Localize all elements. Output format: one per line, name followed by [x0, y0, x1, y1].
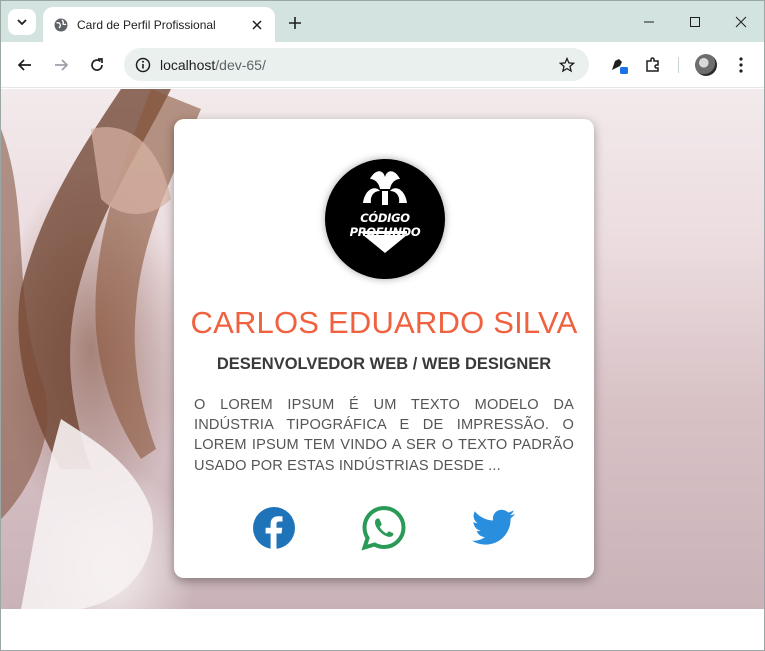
address-bar[interactable]: localhost/dev-65/ — [124, 48, 589, 81]
chevron-down-icon — [17, 19, 27, 26]
extension-dev-button[interactable] — [606, 52, 632, 78]
globe-icon — [53, 17, 69, 33]
logo-text: CÓDIGO PROFUNDO — [349, 211, 421, 239]
new-tab-button[interactable] — [283, 11, 307, 35]
profile-avatar[interactable] — [695, 54, 717, 76]
url-text: localhost/dev-65/ — [160, 57, 555, 73]
close-tab-button[interactable] — [247, 15, 267, 35]
arrow-right-icon — [55, 59, 69, 71]
facebook-link[interactable] — [251, 505, 297, 551]
plus-icon — [289, 17, 301, 29]
url-path: /dev-65/ — [215, 56, 266, 73]
close-window-button[interactable] — [729, 11, 753, 33]
close-icon — [252, 19, 262, 30]
browser-window: Card de Perfil Profissional localhost/de… — [0, 0, 765, 651]
forward-button[interactable] — [48, 52, 74, 78]
extensions-button[interactable] — [640, 52, 666, 78]
profile-card: CÓDIGO PROFUNDO CARLOS EDUARDO SILVA DES… — [174, 119, 594, 578]
brand-logo: CÓDIGO PROFUNDO — [325, 159, 445, 279]
bookmark-star-button[interactable] — [555, 53, 579, 77]
tab-title: Card de Perfil Profissional — [77, 17, 216, 32]
profile-role: DESENVOLVEDOR WEB / WEB DESIGNER — [216, 355, 552, 373]
page-footer-area — [1, 609, 764, 650]
url-host: localhost — [160, 56, 216, 73]
tab-active[interactable]: Card de Perfil Profissional — [43, 7, 275, 42]
menu-button[interactable] — [728, 52, 754, 78]
star-icon — [559, 56, 575, 72]
minimize-icon — [644, 21, 654, 23]
arrow-left-icon — [17, 59, 31, 71]
tab-search-button[interactable] — [8, 9, 36, 35]
site-info-icon[interactable] — [132, 54, 154, 76]
minimize-button[interactable] — [637, 11, 661, 33]
whatsapp-link[interactable] — [361, 505, 407, 551]
close-icon — [735, 16, 747, 28]
whatsapp-icon — [361, 505, 406, 551]
pen-extension-icon — [612, 59, 628, 74]
profile-bio: O lorem ipsum é um texto modelo da indús… — [194, 397, 574, 474]
reload-icon — [91, 58, 103, 71]
kebab-menu-icon — [739, 57, 743, 73]
back-button[interactable] — [12, 52, 38, 78]
twitter-icon — [471, 509, 516, 545]
facebook-icon — [253, 507, 295, 549]
maximize-button[interactable] — [683, 11, 707, 33]
puzzle-icon — [646, 57, 659, 72]
reload-button[interactable] — [84, 52, 110, 78]
tab-strip: Card de Perfil Profissional — [1, 1, 764, 42]
browser-toolbar: localhost/dev-65/ — [1, 42, 764, 88]
maximize-icon — [690, 17, 700, 27]
profile-name: CARLOS EDUARDO SILVA — [190, 305, 578, 340]
toolbar-divider — [678, 57, 679, 73]
twitter-link[interactable] — [471, 505, 517, 551]
